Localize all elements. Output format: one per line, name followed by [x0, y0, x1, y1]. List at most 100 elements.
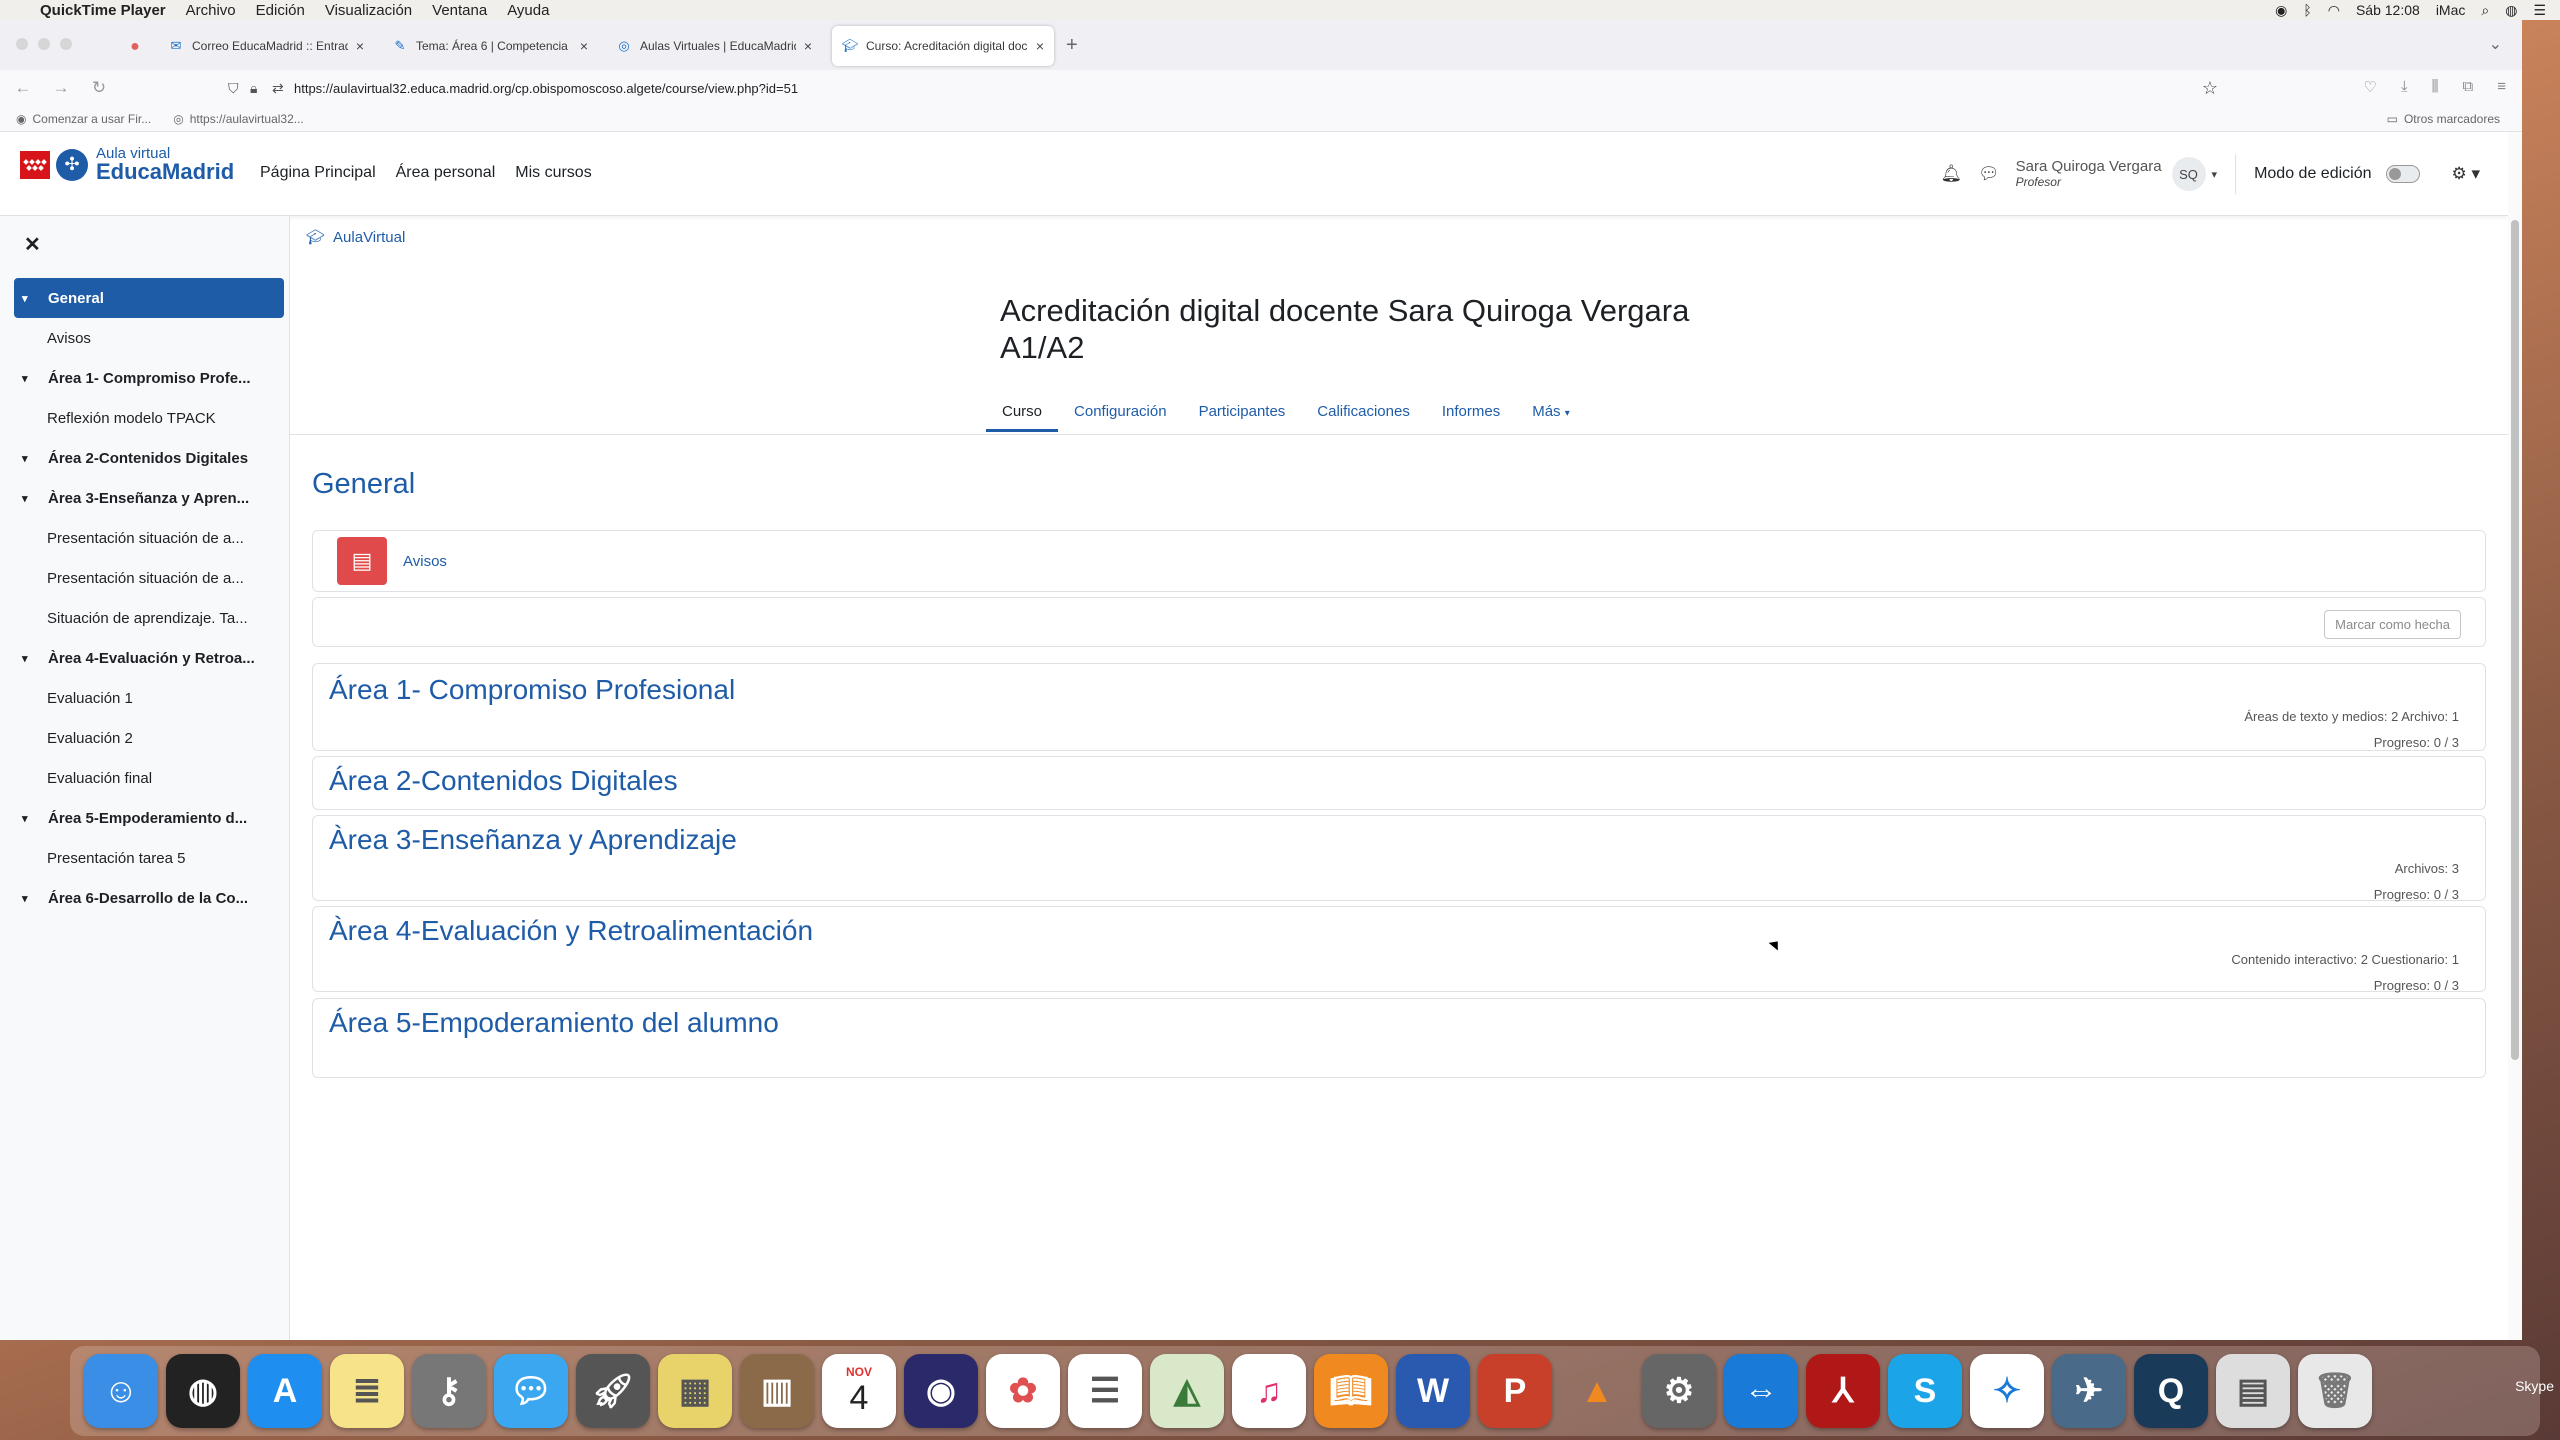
- url-bar[interactable]: ⛉ 🔒︎ ⇄ https://aulavirtual32.educa.madri…: [228, 74, 2218, 102]
- url-text[interactable]: https://aulavirtual32.educa.madrid.org/c…: [294, 81, 798, 96]
- course-index-section[interactable]: ▾ Área 1- Compromiso Profe...: [14, 358, 284, 398]
- menu-visualizacion[interactable]: Visualización: [325, 2, 412, 19]
- pinned-tab[interactable]: ●: [118, 30, 152, 64]
- section-general-heading[interactable]: General: [312, 468, 415, 501]
- menu-app-name[interactable]: QuickTime Player: [40, 2, 166, 19]
- scrollbar-thumb[interactable]: [2511, 220, 2519, 1060]
- course-index-activity[interactable]: Evaluación 2: [14, 718, 284, 758]
- course-index-activity[interactable]: Presentación situación de a...: [14, 518, 284, 558]
- app-menu-icon[interactable]: ≡: [2497, 78, 2506, 96]
- chevron-down-icon[interactable]: ▾: [22, 652, 40, 665]
- teamviewer-icon[interactable]: ⇔: [1724, 1354, 1798, 1428]
- avatar[interactable]: SQ: [2171, 157, 2206, 191]
- tab-calificaciones[interactable]: Calificaciones: [1301, 392, 1426, 432]
- zoom-window-button[interactable]: [60, 38, 72, 50]
- calendar-icon[interactable]: NOV 4: [822, 1354, 896, 1428]
- forum-icon[interactable]: ▤: [337, 537, 387, 585]
- chevron-down-icon[interactable]: ▾: [22, 292, 40, 305]
- acrobat-icon[interactable]: ⅄: [1806, 1354, 1880, 1428]
- itunes-icon[interactable]: ♫: [1232, 1354, 1306, 1428]
- section-title[interactable]: Área 1- Compromiso Profesional: [329, 674, 735, 706]
- tab-aulas[interactable]: ◎ Aulas Virtuales | EducaMadrid ×: [606, 26, 822, 66]
- quicktime-icon[interactable]: Q: [2134, 1354, 2208, 1428]
- download-icon[interactable]: ⤓: [2401, 78, 2408, 96]
- tab-mas[interactable]: Más ▾: [1516, 392, 1586, 432]
- siri-icon[interactable]: ◍: [2505, 2, 2517, 19]
- tab-configuracion[interactable]: Configuración: [1058, 392, 1183, 432]
- word-icon[interactable]: W: [1396, 1354, 1470, 1428]
- record-icon[interactable]: ◉: [2275, 2, 2287, 19]
- siri-icon[interactable]: ◍: [166, 1354, 240, 1428]
- section-title[interactable]: Área 5-Empoderamiento del alumno: [329, 1007, 779, 1039]
- course-index-section[interactable]: ▾ General: [14, 278, 284, 318]
- keychain-icon[interactable]: ⚷: [412, 1354, 486, 1428]
- back-icon[interactable]: ←: [8, 78, 38, 98]
- forward-icon[interactable]: →: [46, 78, 76, 98]
- search-icon[interactable]: ⌕: [2481, 2, 2489, 19]
- course-index-section[interactable]: ▾ Área 6-Desarrollo de la Co...: [14, 878, 284, 918]
- close-tab-icon[interactable]: ×: [580, 38, 588, 54]
- launchpad-icon[interactable]: 🚀︎: [576, 1354, 650, 1428]
- menu-list-icon[interactable]: ☰: [2533, 2, 2546, 19]
- course-index-activity[interactable]: Situación de aprendizaje. Ta...: [14, 598, 284, 638]
- tab-correo[interactable]: ✉ Correo EducaMadrid :: Entrada ×: [158, 26, 374, 66]
- skype-desktop-label[interactable]: Skype: [2515, 1378, 2554, 1394]
- nav-area-personal[interactable]: Área personal: [396, 164, 496, 182]
- course-index-activity[interactable]: Evaluación final: [14, 758, 284, 798]
- contacts-icon[interactable]: ▥: [740, 1354, 814, 1428]
- menu-ayuda[interactable]: Ayuda: [507, 2, 549, 19]
- skype-icon[interactable]: S: [1888, 1354, 1962, 1428]
- preview-icon[interactable]: ✈: [2052, 1354, 2126, 1428]
- shield-icon[interactable]: ⛉: [228, 80, 250, 97]
- pocket-icon[interactable]: ♡: [2364, 78, 2377, 96]
- device-name[interactable]: iMac: [2436, 2, 2466, 18]
- close-drawer-icon[interactable]: ✕: [24, 232, 41, 257]
- chevron-down-icon[interactable]: ▾: [22, 812, 40, 825]
- close-window-button[interactable]: [16, 38, 28, 50]
- bookmark-firefox[interactable]: ◉ Comenzar a usar Fir...: [16, 112, 151, 126]
- message-icon[interactable]: 💬︎: [1978, 164, 2000, 184]
- permissions-icon[interactable]: ⇄: [272, 80, 294, 97]
- tab-curso[interactable]: 🎓︎ Curso: Acreditación digital doce ×: [832, 26, 1054, 66]
- menu-ventana[interactable]: Ventana: [432, 2, 487, 19]
- chevron-down-icon[interactable]: ▾: [2212, 168, 2218, 181]
- stickies-icon[interactable]: ▦: [658, 1354, 732, 1428]
- app-store-icon[interactable]: A: [248, 1354, 322, 1428]
- nav-pagina-principal[interactable]: Página Principal: [260, 164, 376, 182]
- chevron-down-icon[interactable]: ▾: [22, 372, 40, 385]
- course-index-activity[interactable]: Presentación situación de a...: [14, 558, 284, 598]
- reload-icon[interactable]: ↻: [84, 78, 114, 98]
- maps-icon[interactable]: ◭: [1150, 1354, 1224, 1428]
- section-title[interactable]: Àrea 3-Enseñanza y Aprendizaje: [329, 824, 737, 856]
- close-tab-icon[interactable]: ×: [356, 38, 364, 54]
- finder-icon[interactable]: ☺: [84, 1354, 158, 1428]
- section-title[interactable]: Àrea 4-Evaluación y Retroalimentación: [329, 915, 813, 947]
- library-icon[interactable]: ⫼: [2432, 78, 2439, 96]
- section-title[interactable]: Área 2-Contenidos Digitales: [329, 765, 678, 797]
- trash-icon[interactable]: 🗑︎: [2298, 1354, 2372, 1428]
- tab-tema[interactable]: ✎ Tema: Área 6 | Competencia Di ×: [382, 26, 598, 66]
- wifi-icon[interactable]: ◠: [2328, 2, 2340, 19]
- new-tab-button[interactable]: +: [1066, 34, 1078, 57]
- chevron-down-icon[interactable]: ▾: [22, 452, 40, 465]
- course-index-section[interactable]: ▾ Área 2-Contenidos Digitales: [14, 438, 284, 478]
- reminders-icon[interactable]: ☰: [1068, 1354, 1142, 1428]
- other-bookmarks[interactable]: ▭ Otros marcadores: [2387, 112, 2500, 126]
- tab-list-chevron-icon[interactable]: ⌄: [2489, 34, 2502, 54]
- bookmark-aulavirtual[interactable]: ◎ https://aulavirtual32...: [173, 112, 304, 126]
- mark-done-button[interactable]: Marcar como hecha: [2324, 610, 2461, 639]
- close-tab-icon[interactable]: ×: [804, 38, 812, 54]
- close-tab-icon[interactable]: ×: [1036, 38, 1044, 54]
- photos-icon[interactable]: ✿: [986, 1354, 1060, 1428]
- powerpoint-icon[interactable]: P: [1478, 1354, 1552, 1428]
- avisos-link[interactable]: Avisos: [403, 553, 447, 570]
- lock-icon[interactable]: 🔒︎: [250, 80, 272, 97]
- course-index-activity[interactable]: Presentación tarea 5: [14, 838, 284, 878]
- bluetooth-icon[interactable]: ᛒ: [2303, 2, 2311, 18]
- bell-icon[interactable]: 🔔︎: [1940, 164, 1962, 184]
- safari-icon[interactable]: ✧: [1970, 1354, 2044, 1428]
- course-index-activity[interactable]: Evaluación 1: [14, 678, 284, 718]
- course-index-activity[interactable]: Reflexión modelo TPACK: [14, 398, 284, 438]
- notes-icon[interactable]: ≣: [330, 1354, 404, 1428]
- course-index-section[interactable]: ▾ Área 5-Empoderamiento d...: [14, 798, 284, 838]
